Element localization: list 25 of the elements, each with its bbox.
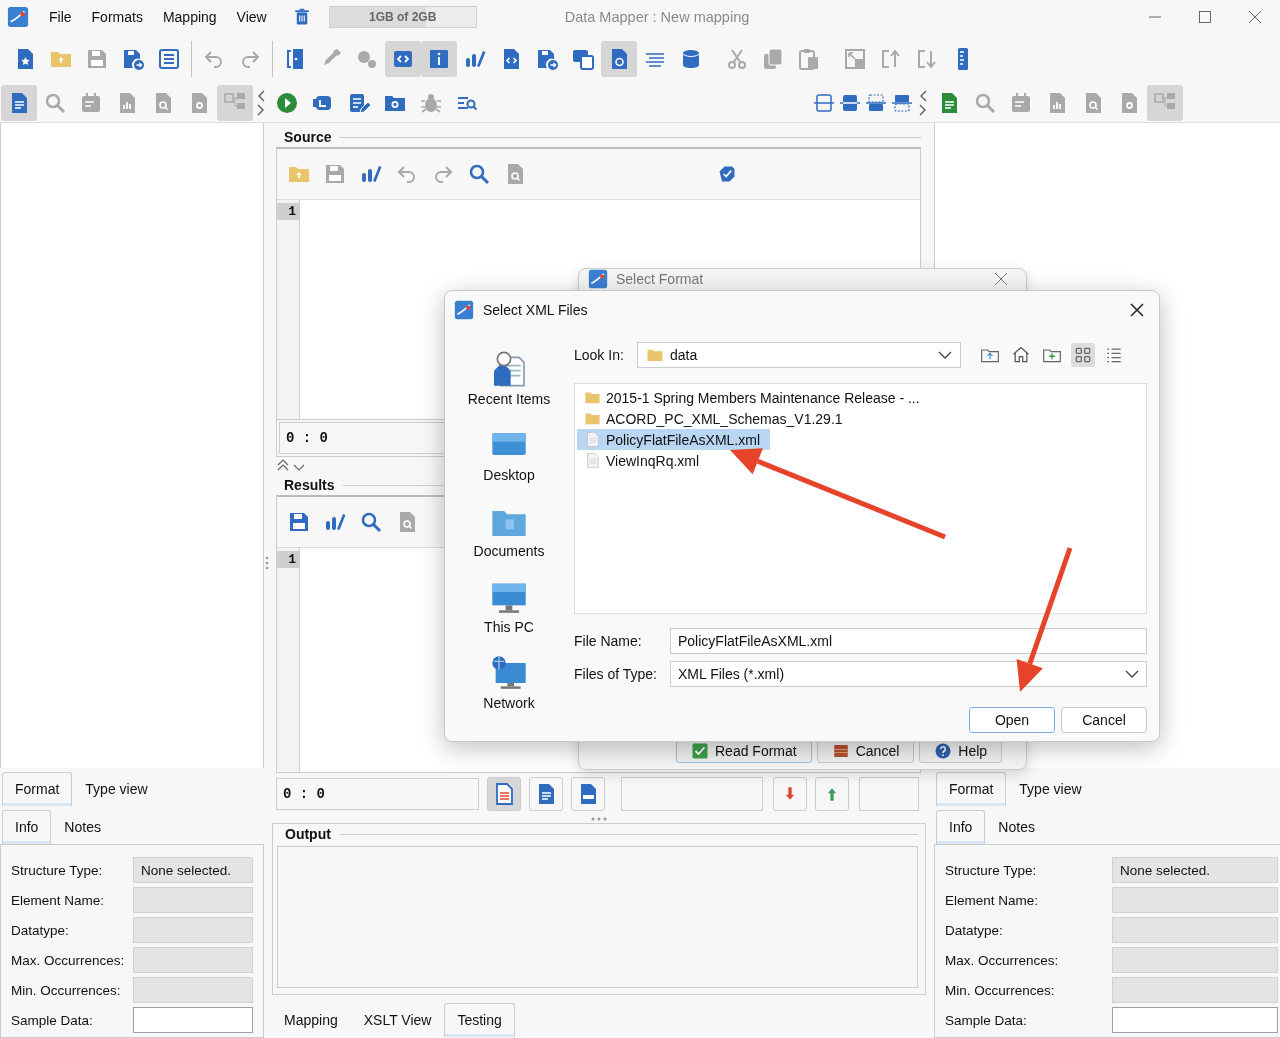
field-label: Max. Occurrences:	[945, 952, 1060, 968]
group-title: Source	[283, 129, 333, 145]
field-label: Datatype:	[11, 922, 70, 938]
group-title: Results	[283, 477, 336, 493]
field-label: Files of Type:	[574, 666, 658, 682]
group-title: Output	[284, 826, 332, 842]
memory-label: 1GB of 2GB	[369, 10, 437, 24]
field-label: Sample Data:	[11, 1012, 94, 1028]
field-label: Look In:	[574, 347, 625, 363]
field-label: Min. Occurrences:	[945, 982, 1056, 998]
field-label: Datatype:	[945, 922, 1004, 938]
field-label: Max. Occurrences:	[11, 952, 126, 968]
cursor-position: 0 : 0	[276, 778, 479, 810]
field-label: Element Name:	[11, 892, 106, 908]
line-number: 1	[277, 203, 299, 220]
field-label: Min. Occurrences:	[11, 982, 122, 998]
dialog-title: Select Format	[616, 271, 704, 287]
dialog-title: Select XML Files	[483, 302, 588, 318]
field-label: Structure Type:	[11, 862, 104, 878]
field-label: File Name:	[574, 633, 643, 649]
field-label: Sample Data:	[945, 1012, 1028, 1028]
line-number: 1	[277, 551, 299, 568]
window-title: Data Mapper : New mapping	[564, 9, 750, 25]
field-label: Element Name:	[945, 892, 1040, 908]
field-label: Structure Type:	[945, 862, 1038, 878]
